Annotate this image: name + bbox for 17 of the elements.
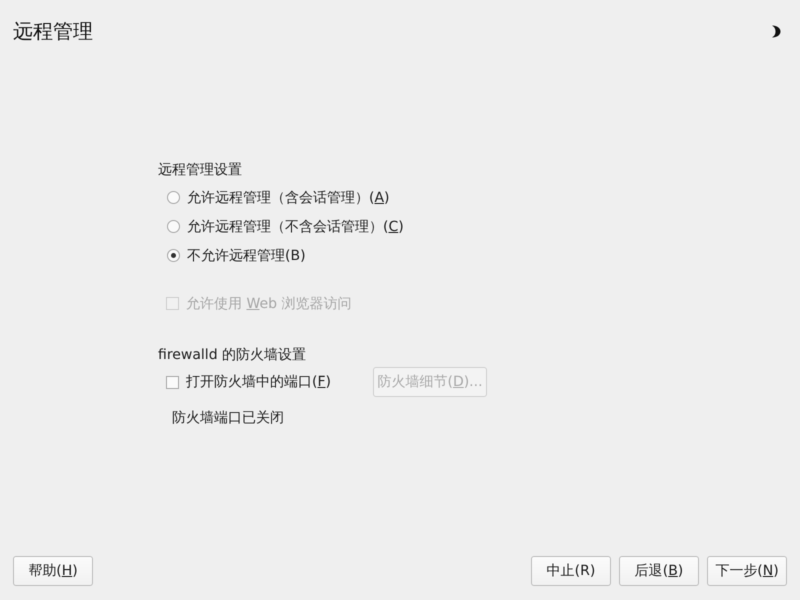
section-heading: 远程管理设置: [158, 161, 242, 179]
footer-button[interactable]: 中止(R): [531, 556, 611, 586]
radio-button[interactable]: [167, 191, 180, 204]
checkbox[interactable]: [166, 376, 179, 388]
section-heading: firewalld 的防火墙设置: [158, 346, 306, 364]
radio-label[interactable]: 允许远程管理（含会话管理）(A): [187, 188, 390, 206]
radio-label[interactable]: 不允许远程管理(B): [187, 246, 306, 264]
firewall-status-text: 防火墙端口已关闭: [172, 409, 284, 427]
radio-button[interactable]: [167, 220, 180, 233]
footer-button[interactable]: 后退(B): [619, 556, 699, 586]
checkbox-label[interactable]: 打开防火墙中的端口(F): [186, 373, 331, 391]
footer-button[interactable]: 下一步(N): [707, 556, 787, 586]
page-title: 远程管理: [13, 19, 93, 43]
help-button[interactable]: 帮助(H): [13, 556, 93, 586]
radio-label[interactable]: 允许远程管理（不含会话管理）(C): [187, 218, 404, 236]
moon-icon[interactable]: [771, 24, 781, 38]
radio-button[interactable]: [167, 249, 180, 262]
